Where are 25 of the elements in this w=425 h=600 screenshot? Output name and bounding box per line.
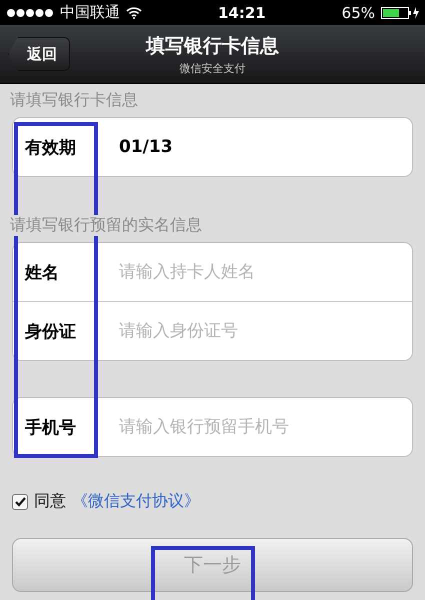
page-title: 填写银行卡信息: [146, 34, 279, 58]
input-field[interactable]: 请输入持卡人姓名: [119, 258, 402, 286]
signal-icon: [6, 8, 54, 18]
field-label: 姓名: [24, 262, 60, 284]
section-header: 请填写银行预留的实名信息: [10, 215, 202, 236]
field-label: 有效期: [24, 136, 77, 158]
agreement-link[interactable]: 《微信支付协议》: [72, 491, 200, 512]
status-time: 14:21: [218, 4, 266, 22]
agree-label: 同意: [34, 491, 66, 512]
wifi-icon: [126, 6, 142, 18]
field-label: 身份证: [24, 320, 77, 342]
form-field[interactable]: 身份证 请输入身份证号: [13, 301, 412, 360]
input-field[interactable]: 请输入银行预留手机号: [119, 413, 402, 441]
page-subtitle: 微信安全支付: [180, 60, 246, 76]
check-icon: [14, 496, 26, 506]
agree-checkbox[interactable]: [12, 494, 28, 510]
form-field[interactable]: 有效期 01/13: [13, 118, 412, 176]
carrier-name: 中国联通: [60, 3, 120, 22]
input-field[interactable]: 01/13: [119, 133, 402, 161]
input-field[interactable]: 请输入身份证号: [119, 317, 402, 345]
back-button[interactable]: 返回: [8, 37, 70, 71]
battery-percent: 65%: [342, 4, 375, 22]
field-label: 手机号: [24, 416, 77, 438]
battery-icon: [381, 6, 419, 18]
form-field[interactable]: 手机号 请输入银行预留手机号: [13, 398, 412, 456]
